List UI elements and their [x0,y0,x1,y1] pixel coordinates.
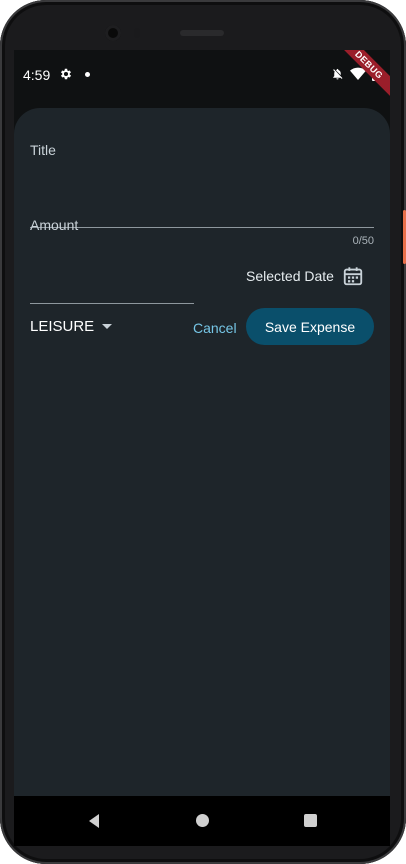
notifications-off-icon [333,68,343,80]
category-dropdown[interactable]: LEISURE [30,315,113,337]
amount-input[interactable] [30,212,194,252]
status-bar: 4:59 DEBUG [14,50,390,101]
system-navigation-bar [14,796,390,846]
amount-underline [30,303,194,304]
calendar-icon[interactable] [342,265,364,287]
cancel-button[interactable]: Cancel [189,316,241,340]
earpiece-speaker [180,30,224,36]
home-icon[interactable] [196,814,209,827]
phone-frame: 4:59 DEBUG Title 0/50 Amount Selected Da… [0,0,406,864]
status-time: 4:59 [23,67,51,83]
new-expense-sheet: Title 0/50 Amount Selected Date LEISURE [14,108,390,796]
title-char-counter: 0/50 [352,235,374,247]
notification-dot-icon [85,72,90,77]
back-icon[interactable] [86,813,102,829]
settings-gear-icon [60,68,72,80]
selected-date-label: Selected Date [246,268,334,284]
recents-icon[interactable] [304,814,317,827]
save-expense-button[interactable]: Save Expense [246,308,374,345]
dropdown-arrow-icon [102,323,113,329]
front-camera [105,25,121,41]
category-value: LEISURE [30,317,95,335]
sensor [134,28,140,38]
screen: 4:59 DEBUG Title 0/50 Amount Selected Da… [14,50,390,846]
title-input[interactable] [30,138,374,178]
